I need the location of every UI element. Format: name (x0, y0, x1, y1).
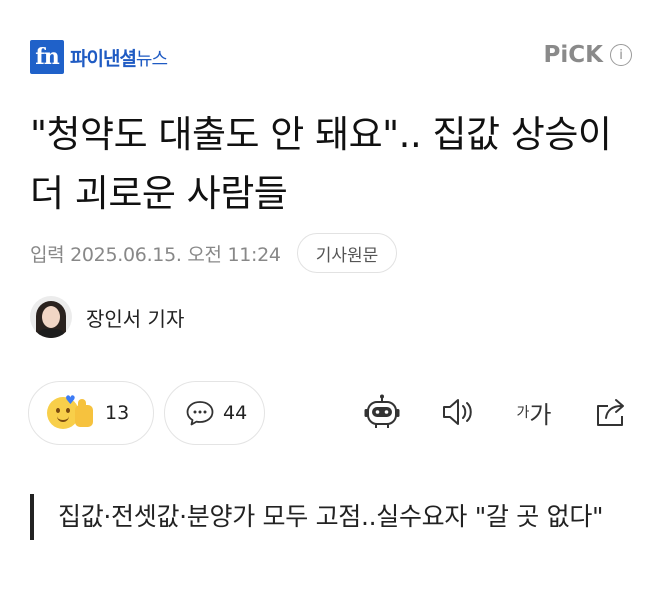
reporter-name: 장인서 기자 (86, 306, 185, 331)
publisher-logo[interactable]: fn 파이낸셜뉴스 (30, 40, 168, 74)
speaker-icon (443, 399, 472, 425)
original-article-button[interactable]: 기사원문 (296, 233, 398, 273)
app-header: fn 파이낸셜뉴스 PiCK i (0, 0, 660, 100)
pick-badge[interactable]: PiCK i (544, 42, 632, 68)
summary-bot-button[interactable] (362, 392, 402, 432)
comment-button[interactable]: 44 (164, 381, 265, 445)
comment-count: 44 (223, 402, 248, 424)
robot-icon (364, 394, 400, 428)
pick-label: PiCK (543, 42, 603, 68)
publish-date: 입력 2025.06.15. 오전 11:24 (30, 243, 281, 266)
font-size-big-glyph: 가 (529, 400, 552, 429)
publisher-name: 파이낸셜뉴스 (70, 44, 168, 71)
article-subtitle: 집값·전셋값·분양가 모두 고점..실수요자 "갈 곳 없다" (30, 494, 640, 540)
article-meta: 입력 2025.06.15. 오전 11:24 기사원문 (30, 233, 398, 273)
tts-button[interactable] (438, 392, 478, 432)
info-icon[interactable]: i (610, 44, 632, 66)
font-size-small-glyph: 가 (516, 405, 530, 421)
share-icon (597, 399, 624, 426)
share-button[interactable] (592, 392, 632, 432)
publisher-name-main: 파이낸셜 (70, 47, 137, 70)
font-size-button[interactable]: 가가 (508, 392, 560, 432)
publisher-name-suffix: 뉴스 (135, 48, 168, 70)
reporter-info[interactable]: 장인서 기자 (30, 296, 184, 338)
reaction-emoji-icon: ♥ (45, 393, 97, 433)
reporter-avatar (30, 296, 72, 338)
reaction-count: 13 (105, 402, 130, 424)
article-title: "청약도 대출도 안 돼요".. 집값 상승이 더 괴로운 사람들 (30, 113, 612, 215)
reaction-button[interactable]: ♥ 13 (28, 381, 154, 445)
comment-bubble-icon (186, 401, 214, 426)
fn-logo-mark: fn (30, 40, 64, 74)
